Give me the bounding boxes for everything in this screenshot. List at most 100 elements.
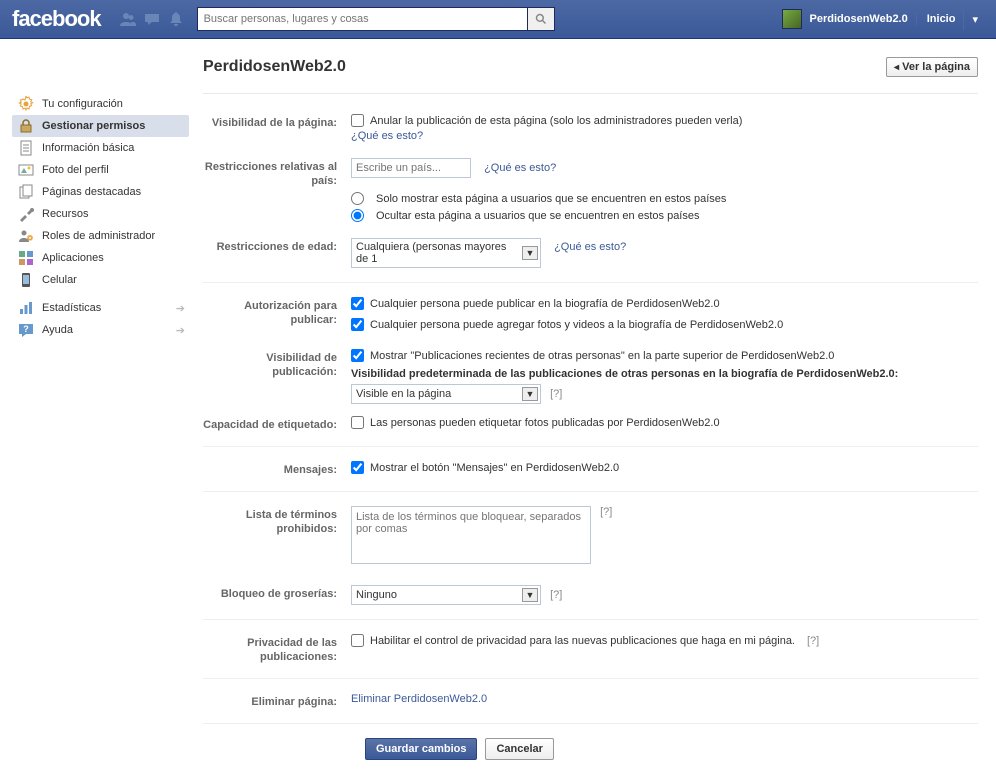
sidebar: Tu configuración Gestionar permisos Info… — [0, 39, 189, 778]
post-vis-note: Visibilidad predeterminada de las public… — [351, 368, 978, 380]
top-bar: facebook PerdidosenWeb2.0 Inicio ▾ — [0, 0, 996, 39]
messages-text: Mostrar el botón "Mensajes" en Perdidose… — [370, 462, 619, 474]
visibility-text: Anular la publicación de esta página (so… — [370, 115, 742, 127]
post-auth-chk2-input[interactable] — [351, 318, 364, 331]
chevron-down-icon: ▼ — [522, 246, 538, 260]
view-page-button[interactable]: ◂ Ver la página — [886, 57, 978, 77]
facebook-logo[interactable]: facebook — [0, 6, 111, 32]
sidebar-item-resources[interactable]: Recursos — [12, 203, 189, 225]
visibility-checkbox[interactable] — [351, 114, 364, 127]
label-profanity: Bloqueo de groserías: — [203, 585, 351, 605]
sidebar-item-basic-info[interactable]: Información básica — [12, 137, 189, 159]
profile-link[interactable]: PerdidosenWeb2.0 — [810, 13, 908, 25]
stats-icon — [18, 300, 34, 316]
tagging-text: Las personas pueden etiquetar fotos publ… — [370, 417, 720, 429]
country-radio-show[interactable]: Solo mostrar esta página a usuarios que … — [351, 192, 978, 205]
messages-chk-input[interactable] — [351, 461, 364, 474]
help-icon[interactable]: [?] — [550, 388, 562, 400]
messages-icon[interactable] — [141, 8, 163, 30]
sidebar-item-apps[interactable]: Aplicaciones — [12, 247, 189, 269]
label-age: Restricciones de edad: — [203, 238, 351, 268]
account-dropdown[interactable]: ▾ — [963, 9, 986, 30]
external-icon: ➔ — [176, 324, 185, 337]
sidebar-item-label: Foto del perfil — [42, 164, 109, 176]
tagging-chk[interactable]: Las personas pueden etiquetar fotos publ… — [351, 416, 978, 429]
tools-icon — [18, 206, 34, 222]
sidebar-item-mobile[interactable]: Celular — [12, 269, 189, 291]
messages-chk[interactable]: Mostrar el botón "Mensajes" en Perdidose… — [351, 461, 978, 474]
notifications-icon[interactable] — [165, 8, 187, 30]
document-icon — [18, 140, 34, 156]
post-vis-chk[interactable]: Mostrar "Publicaciones recientes de otra… — [351, 349, 978, 362]
country-radio-hide[interactable]: Ocultar esta página a usuarios que se en… — [351, 209, 978, 222]
help-icon[interactable]: [?] — [600, 506, 612, 518]
svg-text:?: ? — [23, 324, 29, 334]
post-privacy-chk-input[interactable] — [351, 634, 364, 647]
post-auth1-text: Cualquier persona puede publicar en la b… — [370, 298, 720, 310]
sidebar-item-label: Tu configuración — [42, 98, 123, 110]
blocked-terms-textarea[interactable] — [351, 506, 591, 564]
friend-requests-icon[interactable] — [117, 8, 139, 30]
label-visibility: Visibilidad de la página: — [203, 114, 351, 142]
label-tagging: Capacidad de etiquetado: — [203, 416, 351, 432]
notification-icons — [111, 8, 193, 30]
post-auth-chk2[interactable]: Cualquier persona puede agregar fotos y … — [351, 318, 978, 331]
age-value: Cualquiera (personas mayores de 1 — [356, 241, 518, 265]
sidebar-item-help[interactable]: ?Ayuda➔ — [12, 319, 189, 341]
sidebar-item-label: Recursos — [42, 208, 88, 220]
country-radio-hide-input[interactable] — [351, 209, 364, 222]
help-icon[interactable]: [?] — [550, 589, 562, 601]
post-auth-chk1-input[interactable] — [351, 297, 364, 310]
sidebar-item-permissions[interactable]: Gestionar permisos — [12, 115, 189, 137]
sidebar-item-admin-roles[interactable]: Roles de administrador — [12, 225, 189, 247]
cancel-button[interactable]: Cancelar — [485, 738, 553, 760]
post-vis-chk-input[interactable] — [351, 349, 364, 362]
sidebar-item-label: Gestionar permisos — [42, 120, 145, 132]
home-link[interactable]: Inicio — [916, 13, 956, 25]
post-vis-select[interactable]: Visible en la página ▼ — [351, 384, 541, 404]
gear-icon — [18, 96, 34, 112]
search-button[interactable] — [527, 7, 555, 31]
tagging-chk-input[interactable] — [351, 416, 364, 429]
label-post-vis: Visibilidad de publicación: — [203, 349, 351, 404]
label-messages: Mensajes: — [203, 461, 351, 477]
search-wrapper — [197, 7, 555, 31]
sidebar-item-insights[interactable]: Estadísticas➔ — [12, 297, 189, 319]
permissions-form: Visibilidad de la página: Anular la publ… — [203, 94, 978, 760]
main-content: PerdidosenWeb2.0 ◂ Ver la página Visibil… — [189, 39, 996, 778]
page-header: PerdidosenWeb2.0 ◂ Ver la página — [203, 57, 978, 94]
profanity-select[interactable]: Ninguno ▼ — [351, 585, 541, 605]
help-icon[interactable]: [?] — [807, 635, 819, 647]
delete-page-link[interactable]: Eliminar PerdidosenWeb2.0 — [351, 693, 487, 705]
chevron-down-icon: ▼ — [522, 387, 538, 401]
country-input[interactable] — [351, 158, 471, 178]
country-radio-show-input[interactable] — [351, 192, 364, 205]
post-auth-chk1[interactable]: Cualquier persona puede publicar en la b… — [351, 297, 978, 310]
age-select[interactable]: Cualquiera (personas mayores de 1 ▼ — [351, 238, 541, 268]
post-vis-select-value: Visible en la página — [356, 388, 518, 400]
what-is-this-link[interactable]: ¿Qué es esto? — [351, 130, 423, 142]
what-is-this-link[interactable]: ¿Qué es esto? — [484, 162, 556, 174]
save-button[interactable]: Guardar cambios — [365, 738, 477, 760]
post-auth2-text: Cualquier persona puede agregar fotos y … — [370, 319, 783, 331]
profanity-value: Ninguno — [356, 589, 518, 601]
help-icon: ? — [18, 322, 34, 338]
top-right: PerdidosenWeb2.0 Inicio ▾ — [782, 9, 986, 30]
sidebar-item-settings[interactable]: Tu configuración — [12, 93, 189, 115]
label-blocked-terms: Lista de términos prohibidos: — [203, 506, 351, 567]
pages-icon — [18, 184, 34, 200]
sidebar-item-label: Páginas destacadas — [42, 186, 141, 198]
post-privacy-chk[interactable]: Habilitar el control de privacidad para … — [351, 634, 978, 647]
lock-icon — [18, 118, 34, 134]
search-input[interactable] — [197, 7, 527, 31]
sidebar-item-label: Roles de administrador — [42, 230, 155, 242]
visibility-checkbox-label[interactable]: Anular la publicación de esta página (so… — [351, 114, 978, 127]
chevron-down-icon: ▼ — [522, 588, 538, 602]
sidebar-item-profile-photo[interactable]: Foto del perfil — [12, 159, 189, 181]
avatar[interactable] — [782, 9, 802, 29]
sidebar-item-featured[interactable]: Páginas destacadas — [12, 181, 189, 203]
what-is-this-link[interactable]: ¿Qué es esto? — [554, 241, 626, 253]
apps-icon — [18, 250, 34, 266]
admin-icon — [18, 228, 34, 244]
label-delete: Eliminar página: — [203, 693, 351, 709]
